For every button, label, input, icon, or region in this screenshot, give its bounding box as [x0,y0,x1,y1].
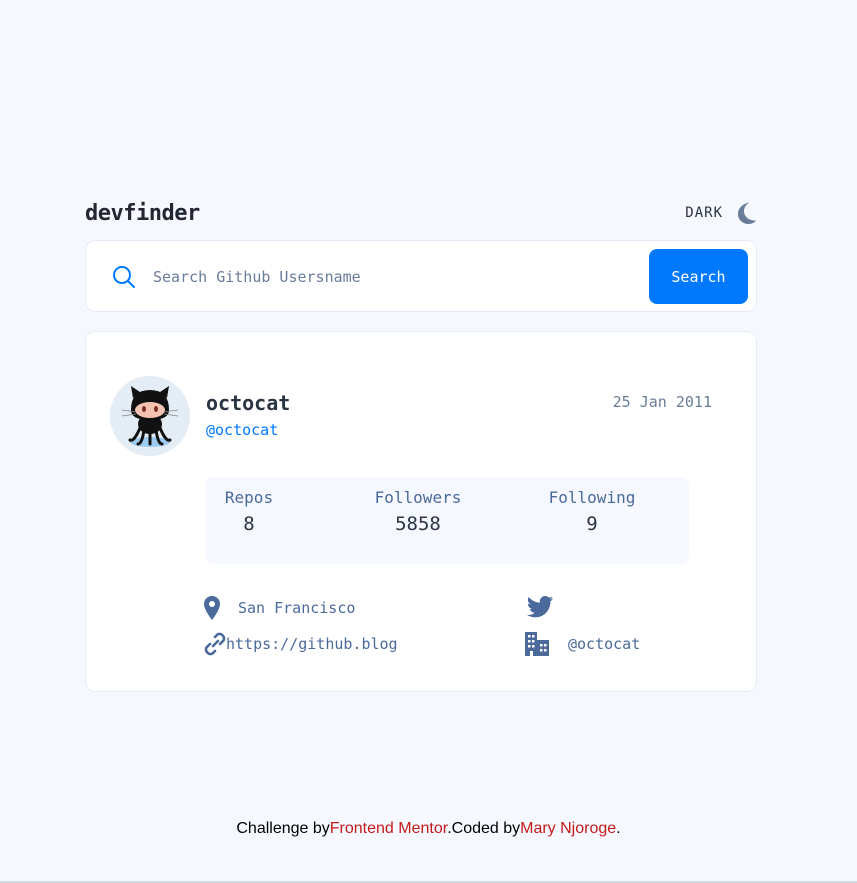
attribution-footer: Challenge byFrontend Mentor.Coded byMary… [0,820,857,838]
stat-following-value: 9 [586,513,598,535]
stat-repos: Repos 8 [222,488,276,535]
company-text: @octocat [568,635,641,653]
stat-repos-value: 8 [243,513,255,535]
avatar [110,376,190,456]
stat-following: Following 9 [540,488,644,535]
blog-row: https://github.blog [204,632,398,656]
stat-followers: Followers 5858 [366,488,470,535]
footer-suffix: . [616,820,621,837]
company-row: @octocat [524,632,640,656]
blog-link[interactable]: https://github.blog [226,635,398,653]
stat-followers-value: 5858 [395,513,441,535]
theme-toggle[interactable]: DARK [685,201,757,225]
search-input[interactable] [153,263,633,291]
footer-challenge-prefix: Challenge by [236,820,330,837]
app-logo: devfinder [85,200,200,226]
link-icon [204,632,226,656]
stats-panel: Repos 8 Followers 5858 Following 9 [206,477,689,564]
footer-coded-prefix: .Coded by [447,820,521,837]
profile-name: octocat [206,391,291,415]
theme-toggle-label: DARK [685,205,723,221]
app-header: devfinder DARK [85,196,757,230]
building-icon [525,632,549,656]
joined-date: 25 Jan 2011 [612,393,712,411]
location-text: San Francisco [238,599,356,617]
profile-card: octocat @octocat 25 Jan 2011 Repos 8 Fol… [85,331,757,692]
twitter-icon [526,596,554,618]
search-button[interactable]: Search [649,249,748,304]
profile-login-link[interactable]: @octocat [206,421,278,439]
location-row: San Francisco [204,596,355,620]
search-bar: Search [85,240,757,312]
location-pin-icon [204,596,220,620]
moon-icon [738,202,756,224]
frontend-mentor-link[interactable]: Frontend Mentor [330,820,447,837]
twitter-row [526,596,554,618]
stat-followers-label: Followers [374,488,462,507]
author-link[interactable]: Mary Njoroge [520,820,616,837]
stat-following-label: Following [548,488,636,507]
octocat-avatar-icon [110,376,190,456]
stat-repos-label: Repos [224,488,274,507]
search-icon [113,266,135,288]
